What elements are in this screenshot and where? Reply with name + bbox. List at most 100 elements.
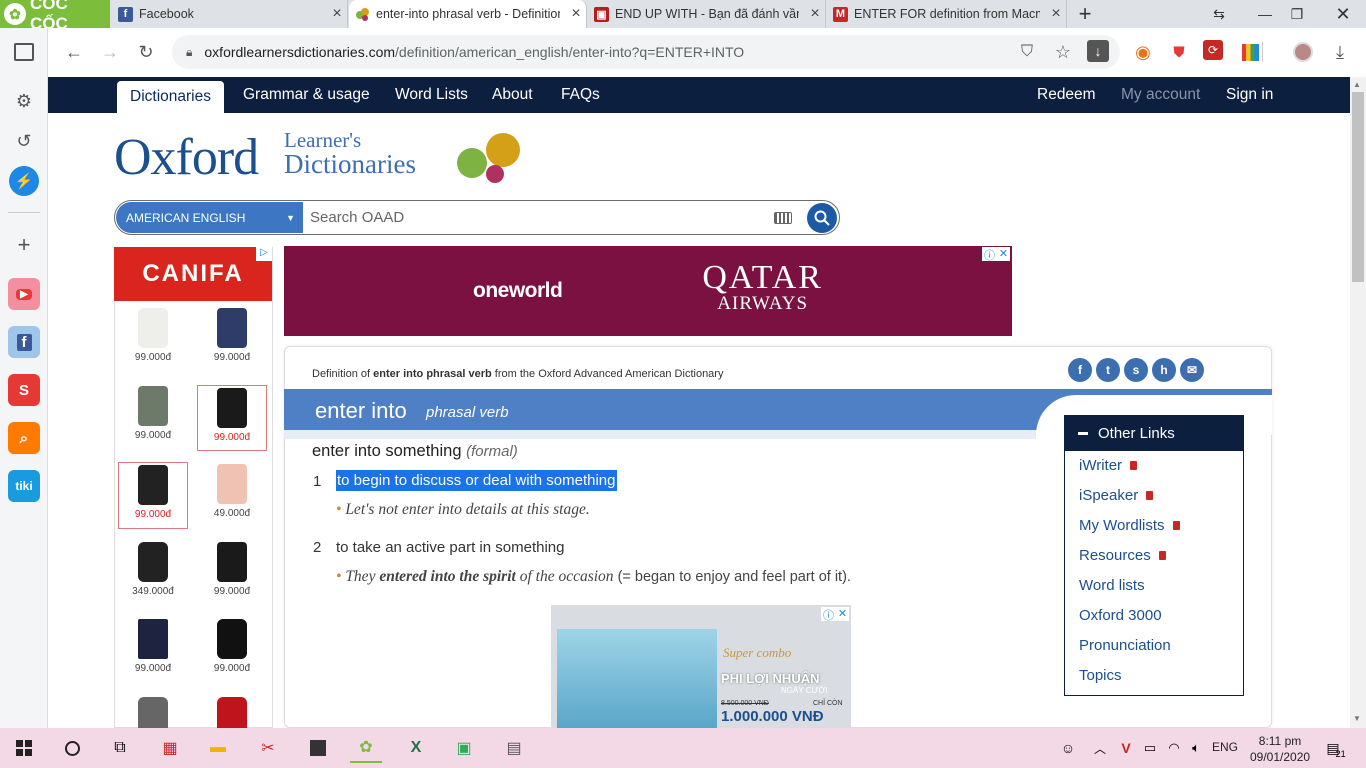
color-ext-icon[interactable] <box>1242 44 1259 61</box>
product-item[interactable]: 99.000đ <box>118 619 188 689</box>
people-icon[interactable]: ☺ <box>1052 733 1084 763</box>
nav-sign-in[interactable]: Sign in <box>1226 77 1273 113</box>
link-oxford-3000[interactable]: Oxford 3000 <box>1079 607 1162 624</box>
shopee-icon[interactable]: S <box>8 374 40 406</box>
product-item[interactable]: 99.000đ <box>118 462 188 529</box>
excel-icon[interactable]: X <box>400 733 432 763</box>
task-view-icon[interactable]: ⧉ <box>104 733 136 763</box>
nav-dictionaries[interactable]: Dictionaries <box>117 81 224 113</box>
back-icon[interactable]: ← <box>62 40 86 64</box>
history-icon[interactable]: ↺ <box>12 129 36 153</box>
facebook-share-icon[interactable]: f <box>1068 358 1092 382</box>
new-tab-button[interactable]: + <box>1068 0 1102 28</box>
canifa-logo[interactable]: CANIFA <box>114 247 272 301</box>
product-item[interactable]: 99.000đ <box>197 619 267 689</box>
link-pronunciation[interactable]: Pronunciation <box>1079 637 1171 654</box>
clock[interactable]: 8:11 pm 09/01/2020 <box>1250 733 1310 765</box>
notification-icon[interactable]: ▤ 21 <box>1320 733 1352 763</box>
adchoices-icon[interactable]: ▷ <box>256 247 272 261</box>
nav-grammar-usage[interactable]: Grammar & usage <box>243 77 370 113</box>
qatar-airways-banner[interactable]: oneworld QATAR AIRWAYS <box>284 246 1012 336</box>
app-icon[interactable]: ▦ <box>154 733 186 763</box>
ad-close-icon[interactable]: ⓘ ✕ <box>821 607 849 622</box>
coccoc-taskbar-icon[interactable]: ✿ <box>350 733 382 763</box>
product-item[interactable]: 49.000đ <box>197 464 267 534</box>
search-taskbar-icon[interactable] <box>56 733 88 763</box>
sidebar-toggle-icon[interactable] <box>14 43 34 61</box>
close-icon[interactable]: × <box>327 5 347 23</box>
settings-icon[interactable]: ⚙ <box>12 89 36 113</box>
product-item[interactable]: 99.000đ <box>197 385 267 451</box>
hyves-share-icon[interactable]: h <box>1152 358 1176 382</box>
link-resources[interactable]: Resources <box>1079 547 1166 564</box>
reload-icon[interactable]: ↻ <box>134 40 158 64</box>
nav-redeem[interactable]: Redeem <box>1037 77 1096 113</box>
file-explorer-icon[interactable]: ▬ <box>202 733 234 763</box>
search-input[interactable] <box>310 204 760 231</box>
product-image[interactable] <box>217 697 247 728</box>
download-page-icon[interactable]: ↓ <box>1087 40 1109 62</box>
product-item[interactable]: 349.000đ <box>118 542 188 612</box>
snipping-tool-icon[interactable]: ✂ <box>252 733 284 763</box>
keyboard-icon[interactable] <box>774 212 792 224</box>
email-share-icon[interactable]: ✉ <box>1180 358 1204 382</box>
address-bar[interactable]: 🔒︎ oxfordlearnersdictionaries.com/defini… <box>172 35 1120 69</box>
twitter-share-icon[interactable]: t <box>1096 358 1120 382</box>
sticky-notes-icon[interactable] <box>302 733 334 763</box>
nav-about[interactable]: About <box>492 77 533 113</box>
link-word-lists[interactable]: Word lists <box>1079 577 1145 594</box>
learners-dictionaries-logo[interactable]: Learner's Dictionaries <box>284 128 416 178</box>
wedding-ad[interactable]: Super combo PHI LỢI NHUẬN NGÀY CƯỚI 8.50… <box>551 605 851 728</box>
input-language[interactable]: ENG <box>1212 740 1238 754</box>
chrome-ext-icon[interactable]: ◉ <box>1131 40 1155 64</box>
downloads-icon[interactable]: ⤓ <box>1328 40 1352 64</box>
scroll-up-arrow[interactable]: ▲ <box>1353 80 1361 89</box>
app-icon[interactable]: ▤ <box>498 733 530 763</box>
product-item[interactable]: 99.000đ <box>197 542 267 612</box>
windows-start-icon[interactable] <box>8 733 40 763</box>
link-my-wordlists[interactable]: My Wordlists <box>1079 517 1180 534</box>
add-icon[interactable]: + <box>12 232 36 257</box>
close-icon[interactable]: × <box>1046 5 1066 23</box>
volume-icon[interactable]: 🔈︎ <box>1180 733 1212 763</box>
forward-icon[interactable]: → <box>98 40 122 64</box>
maximize-button[interactable]: ❐ <box>1274 0 1320 28</box>
app-icon[interactable]: ▣ <box>448 733 480 763</box>
other-links-header[interactable]: Other Links <box>1064 415 1244 451</box>
messenger-icon[interactable]: ⚡ <box>9 166 39 196</box>
product-item[interactable]: 99.000đ <box>118 308 188 378</box>
nav-faqs[interactable]: FAQs <box>561 77 600 113</box>
link-topics[interactable]: Topics <box>1079 667 1122 684</box>
nav-word-lists[interactable]: Word Lists <box>395 77 468 113</box>
search-sidebar-icon[interactable]: ⌕ <box>8 422 40 454</box>
tab-end-up-with[interactable]: ▣ END UP WITH - Bạn đã đánh vần d × <box>588 0 826 28</box>
sync-ext-icon[interactable]: ⟳ <box>1203 40 1223 60</box>
dictionary-language-select[interactable]: AMERICAN ENGLISH ▼ <box>116 202 303 233</box>
nav-my-account[interactable]: My account <box>1121 77 1200 113</box>
close-icon[interactable]: × <box>805 5 825 23</box>
link-ispeaker[interactable]: iSpeaker <box>1079 487 1154 504</box>
scroll-down-arrow[interactable]: ▼ <box>1353 714 1361 723</box>
ad-close-icon[interactable]: ⓘ ✕ <box>982 247 1010 262</box>
tab-enter-for[interactable]: M ENTER FOR definition from Macmi × <box>827 0 1067 28</box>
product-item[interactable]: 99.000đ <box>197 308 267 378</box>
close-window-button[interactable]: ✕ <box>1320 0 1366 28</box>
link-iwriter[interactable]: iWriter <box>1079 457 1138 474</box>
facebook-sidebar-icon[interactable]: f <box>8 326 40 358</box>
youtube-icon[interactable]: ▶ <box>8 278 40 310</box>
tab-search-icon[interactable]: ⇆ <box>1196 0 1242 28</box>
close-icon[interactable]: × <box>566 5 586 23</box>
bookmark-star-icon[interactable]: ☆ <box>1051 40 1075 64</box>
search-button[interactable] <box>807 203 837 233</box>
adblock-icon[interactable]: ⛊ <box>1167 40 1191 64</box>
tab-enter-into[interactable]: enter-into phrasal verb - Definition × <box>349 0 587 28</box>
stumbleupon-share-icon[interactable]: s <box>1124 358 1148 382</box>
tiki-icon[interactable]: tiki <box>8 470 40 502</box>
oxford-logo-text[interactable]: Oxford <box>114 128 259 187</box>
scrollbar-thumb[interactable] <box>1352 92 1364 282</box>
product-item[interactable]: 99.000đ <box>118 386 188 456</box>
profile-avatar[interactable] <box>1293 42 1313 62</box>
tab-facebook[interactable]: f Facebook × <box>112 0 348 28</box>
browser-brand[interactable]: ✿ CỐC CỐC <box>0 0 110 33</box>
shield-icon[interactable]: ⛉ <box>1015 40 1039 64</box>
